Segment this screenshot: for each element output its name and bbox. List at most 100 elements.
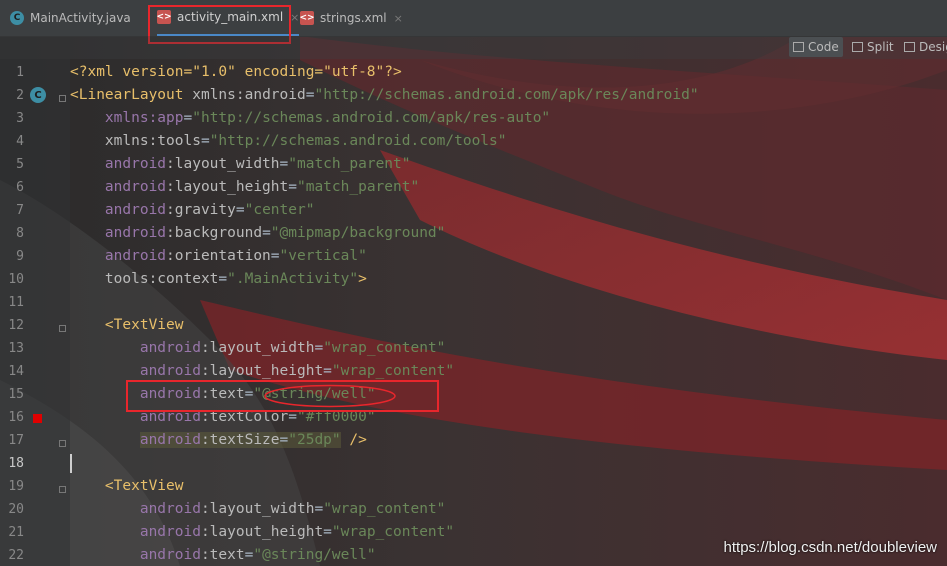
xml-value: "wrap_content" (331, 363, 455, 379)
design-view-icon (904, 42, 915, 52)
code-line-22: android:text="@string/well" (70, 544, 376, 566)
close-tab-icon[interactable]: × (290, 11, 299, 24)
code-line-8: android:background="@mipmap/background" (70, 222, 445, 245)
fold-marker-icon[interactable] (59, 486, 66, 493)
line-number: 15 (8, 387, 24, 402)
editor-tab-bar: C MainActivity.java <> activity_main.xml… (0, 0, 947, 44)
xml-prolog: <?xml version="1.0" encoding="utf-8"?> (70, 64, 402, 80)
xml-equals: = (323, 524, 332, 540)
xml-attribute: xmlns:app (104, 110, 184, 126)
xml-attribute: xmlns:tools (104, 133, 201, 149)
xml-namespace: android (139, 432, 201, 448)
code-view-label: Code (808, 40, 839, 54)
code-line-17: android:textSize="25dp" /> (70, 429, 367, 452)
fold-marker-icon[interactable] (59, 440, 66, 447)
split-view-icon (852, 42, 863, 52)
code-view-icon (793, 42, 804, 52)
fold-marker-icon[interactable] (59, 325, 66, 332)
code-line-9: android:orientation="vertical" (70, 245, 367, 268)
tab-strings-xml[interactable]: <> strings.xml × (299, 0, 403, 36)
line-number: 12 (8, 318, 24, 333)
xml-value: "http://schemas.android.com/apk/res/andr… (314, 87, 699, 103)
xml-equals: = (262, 225, 271, 241)
xml-tag-close: > (358, 271, 367, 287)
line-number: 2 (16, 88, 24, 103)
xml-namespace: android (104, 248, 167, 264)
xml-attribute: xmlns:android (192, 87, 306, 103)
fold-marker-icon[interactable] (59, 95, 66, 102)
line-number: 11 (8, 295, 24, 310)
split-view-button[interactable]: Split (852, 37, 894, 57)
xml-equals: = (183, 110, 193, 126)
xml-tag: <TextView (104, 317, 184, 333)
xml-equals: = (279, 156, 289, 172)
color-swatch-icon[interactable] (33, 414, 42, 423)
xml-attribute: :layout_height (200, 524, 324, 540)
xml-value: "25dp" (288, 432, 341, 448)
line-number: 7 (16, 203, 24, 218)
code-line-19: <TextView (70, 475, 184, 498)
line-number: 1 (16, 65, 24, 80)
xml-value: "vertical" (279, 248, 367, 264)
class-gutter-icon[interactable]: C (30, 87, 46, 103)
xml-value: "wrap_content" (323, 340, 446, 356)
line-number: 16 (8, 410, 24, 425)
code-line-3: xmlns:app="http://schemas.android.com/ap… (70, 107, 550, 130)
xml-attribute: :background (166, 225, 263, 241)
xml-namespace: android (104, 202, 167, 218)
line-number: 3 (16, 111, 24, 126)
line-number: 14 (8, 364, 24, 379)
xml-namespace: android (104, 156, 167, 172)
xml-attribute: :layout_height (166, 179, 289, 195)
xml-attribute: :gravity (166, 202, 236, 218)
tab-mainactivity-java[interactable]: C MainActivity.java (10, 0, 131, 36)
code-line-21: android:layout_height="wrap_content" (70, 521, 454, 544)
split-view-label: Split (867, 40, 894, 54)
line-number: 9 (16, 249, 24, 264)
xml-equals: = (323, 363, 332, 379)
code-line-12: <TextView (70, 314, 184, 337)
xml-value: "@string/well" (253, 547, 376, 563)
line-number: 5 (16, 157, 24, 172)
xml-attribute: :layout_width (200, 340, 315, 356)
code-line-5: android:layout_width="match_parent" (70, 153, 411, 176)
ide-window: C MainActivity.java <> activity_main.xml… (0, 0, 947, 566)
line-number: 20 (8, 502, 24, 517)
line-number: 21 (8, 525, 24, 540)
line-number: 8 (16, 226, 24, 241)
line-number: 10 (8, 272, 24, 287)
design-view-button[interactable]: Desig (904, 37, 947, 57)
xml-value: "wrap_content" (323, 501, 446, 517)
line-number: 6 (16, 180, 24, 195)
code-line-20: android:layout_width="wrap_content" (70, 498, 446, 521)
code-line-7: android:gravity="center" (70, 199, 315, 222)
xml-value: "http://schemas.android.com/apk/res-auto… (192, 110, 551, 126)
xml-namespace: android (139, 363, 201, 379)
xml-namespace: android (139, 524, 201, 540)
xml-equals: = (314, 340, 324, 356)
code-line-1: <?xml version="1.0" encoding="utf-8"?> (70, 61, 402, 84)
view-mode-toolbar: Code Split Desig (0, 36, 947, 59)
xml-value: "match_parent" (288, 156, 411, 172)
code-line-13: android:layout_width="wrap_content" (70, 337, 446, 360)
code-line-6: android:layout_height="match_parent" (70, 176, 419, 199)
xml-namespace: android (104, 225, 167, 241)
text-cursor (70, 454, 72, 473)
xml-attribute: :textSize (200, 432, 280, 448)
code-view-button[interactable]: Code (789, 37, 843, 57)
annotation-ellipse-string-resource (264, 384, 396, 408)
line-number-gutter: 1 2 3 4 5 6 7 8 9 10 11 12 13 14 15 16 17 18 19 20 21 22 C (0, 59, 70, 566)
xml-file-icon: <> (299, 11, 315, 25)
xml-attribute: tools:context (104, 271, 219, 287)
line-number: 22 (8, 548, 24, 563)
xml-tag: <TextView (104, 478, 184, 494)
xml-equals: = (279, 432, 289, 448)
code-editor[interactable]: <?xml version="1.0" encoding="utf-8"?> <… (70, 59, 947, 566)
xml-namespace: android (139, 501, 201, 517)
xml-value: "match_parent" (296, 179, 420, 195)
line-number: 4 (16, 134, 24, 149)
line-number: 13 (8, 341, 24, 356)
java-class-icon: C (10, 11, 24, 25)
close-tab-icon[interactable]: × (394, 12, 403, 25)
xml-value: "@mipmap/background" (270, 225, 446, 241)
